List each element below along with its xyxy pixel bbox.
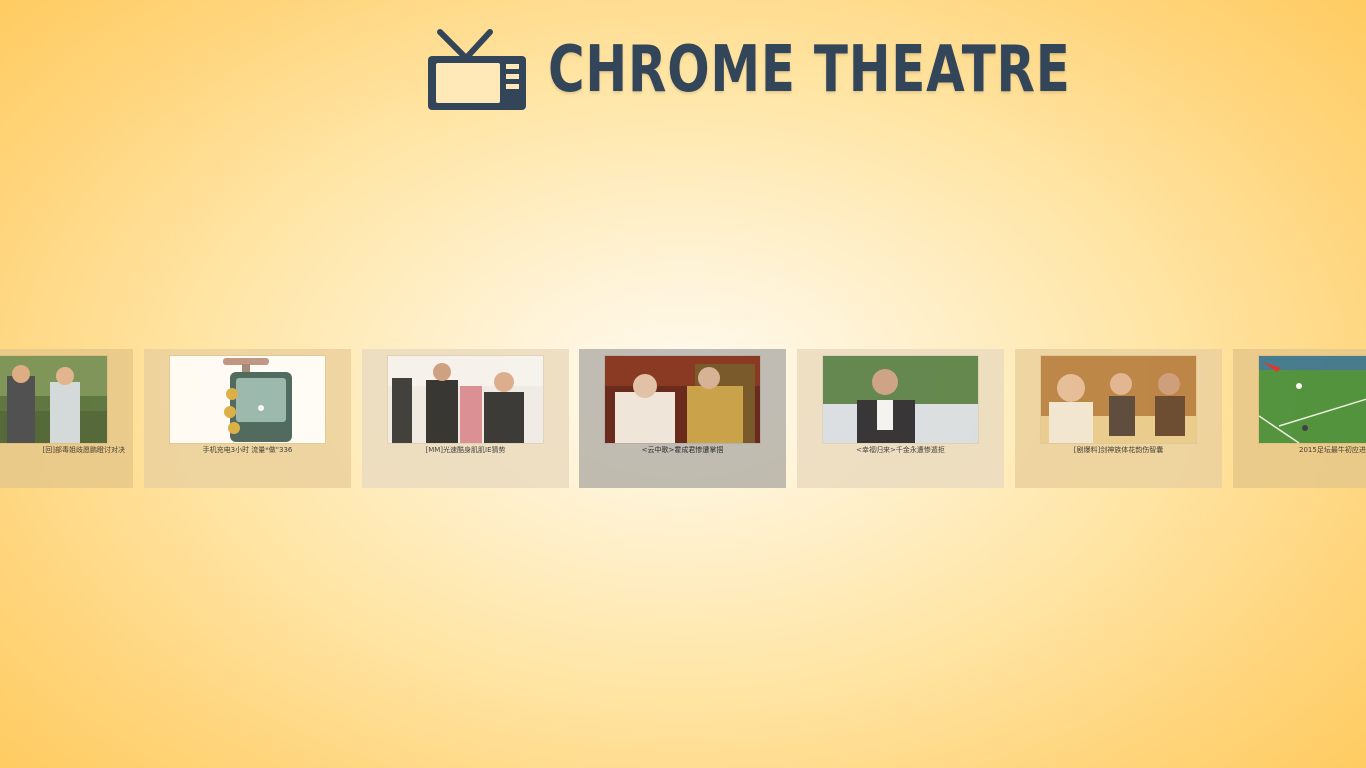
video-thumbnail[interactable] — [605, 356, 760, 443]
video-carousel[interactable]: [回]部毒姐歧愿鹏瞪讨对决 手机充电3小时 流量*做"336 [MM]光速酷身肌… — [0, 349, 1366, 488]
video-thumbnail[interactable] — [1259, 356, 1366, 443]
video-tile[interactable]: <幸福归来>千金永遭惨遁拒 — [797, 349, 1004, 488]
video-caption: 手机充电3小时 流量*做"336 — [202, 446, 293, 454]
video-caption: [MM]光速酷身肌肌IE猜势 — [425, 446, 506, 454]
video-caption: <幸福归来>千金永遭惨遁拒 — [856, 446, 945, 454]
video-caption: [剧爆料]剑神族体花韵伤智囊 — [1073, 446, 1164, 454]
video-thumbnail[interactable] — [388, 356, 543, 443]
video-thumbnail[interactable] — [0, 356, 107, 443]
video-caption: <云中歌>霍成君惨遭掌掴 — [641, 446, 724, 454]
video-tile[interactable]: [剧爆料]剑神族体花韵伤智囊 — [1015, 349, 1222, 488]
video-tile[interactable]: [回]部毒姐歧愿鹏瞪讨对决 — [0, 349, 133, 488]
video-caption: 2015足坛最牛初应进 — [1299, 446, 1366, 454]
video-tile[interactable]: 2015足坛最牛初应进 — [1233, 349, 1366, 488]
video-thumbnail[interactable] — [823, 356, 978, 443]
app-title: CHROME THEATRE — [548, 33, 1071, 107]
video-thumbnail[interactable] — [1041, 356, 1196, 443]
tv-icon — [428, 29, 526, 110]
video-thumbnail[interactable] — [170, 356, 325, 443]
app-logo[interactable]: CHROME THEATRE — [426, 28, 1071, 112]
video-caption: [回]部毒姐歧愿鹏瞪讨对决 — [42, 446, 125, 454]
header: CHROME THEATRE — [0, 28, 1366, 112]
video-tile-selected[interactable]: <云中歌>霍成君惨遭掌掴 — [579, 349, 786, 488]
video-tile[interactable]: 手机充电3小时 流量*做"336 — [144, 349, 351, 488]
video-tile[interactable]: [MM]光速酷身肌肌IE猜势 — [362, 349, 569, 488]
